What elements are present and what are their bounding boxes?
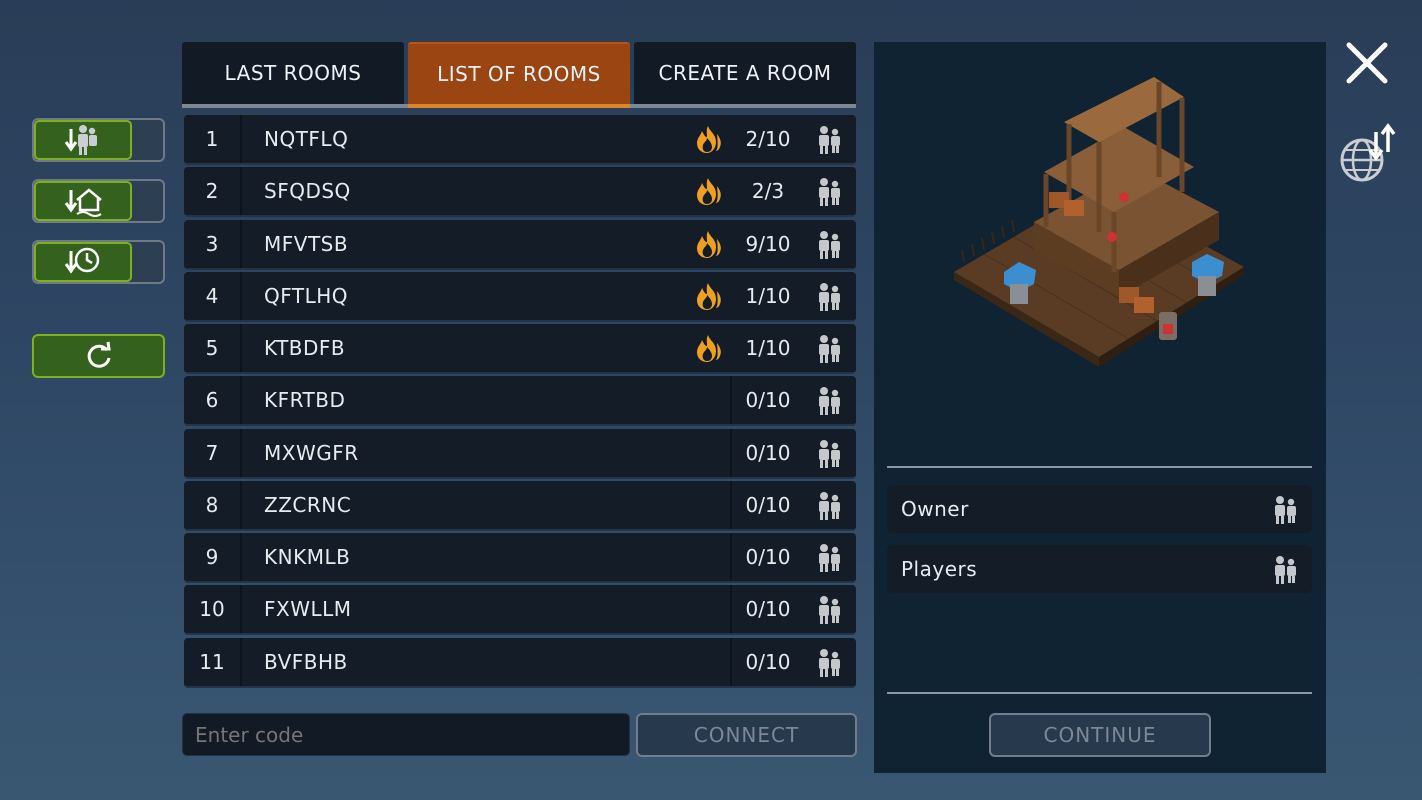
continue-button[interactable]: CONTINUE: [989, 713, 1211, 757]
room-row[interactable]: 5 KTBDFB 1/10: [184, 324, 856, 374]
room-index: 2: [184, 167, 242, 216]
row-separator: [730, 428, 732, 477]
room-row[interactable]: 10 FXWLLM 0/10: [184, 585, 856, 636]
room-name: KFRTBD: [264, 388, 346, 413]
room-player-count: 0/10: [745, 649, 791, 674]
base-preview-image: [954, 77, 1244, 367]
room-row[interactable]: 2 SFQDSQ 2/3: [184, 167, 856, 218]
room-row[interactable]: 11 BVFBHB 0/10: [184, 637, 856, 688]
panel-divider-top: [887, 466, 1312, 468]
sort-by-time-toggle[interactable]: [34, 242, 132, 282]
tab-list-of-rooms[interactable]: LIST OF ROOMS: [408, 42, 630, 104]
players-icon: [819, 387, 840, 416]
room-player-count: 0/10: [745, 492, 791, 517]
room-index: 7: [184, 428, 242, 477]
tab-last-rooms[interactable]: LAST ROOMS: [182, 42, 404, 104]
players-icon: [819, 178, 840, 207]
players-icon: [819, 439, 840, 468]
sort-by-players-toggle[interactable]: [34, 120, 132, 160]
room-row[interactable]: 4 QFTLHQ 1/10: [184, 271, 856, 322]
fire-icon: [697, 126, 721, 153]
fire-icon: [697, 178, 721, 206]
room-name: MFVTSB: [264, 231, 349, 256]
room-tabs: LAST ROOMS LIST OF ROOMS CREATE A ROOM: [182, 42, 856, 108]
row-separator: [730, 585, 732, 634]
tab-create-a-room[interactable]: CREATE A ROOM: [634, 42, 856, 104]
room-index: 8: [184, 480, 242, 529]
sort-by-house-button[interactable]: [32, 179, 165, 223]
players-label: Players: [901, 557, 978, 581]
players-icon: [819, 648, 840, 677]
room-player-count: 0/10: [745, 440, 791, 465]
room-index: 9: [184, 533, 242, 581]
room-player-count: 1/10: [745, 283, 791, 308]
sort-by-house-toggle[interactable]: [34, 181, 132, 221]
fire-icon: [697, 230, 721, 258]
room-player-count: 2/3: [751, 179, 785, 204]
room-name: KNKMLB: [264, 545, 351, 569]
room-name: FXWLLM: [264, 597, 352, 622]
refresh-icon: [87, 341, 111, 368]
players-sort-icon: [64, 125, 97, 155]
room-index: 11: [184, 637, 242, 686]
time-sort-icon: [64, 247, 100, 274]
room-row[interactable]: 7 MXWGFR 0/10: [184, 428, 856, 479]
room-index: 6: [184, 376, 242, 425]
room-name: MXWGFR: [264, 440, 359, 465]
players-row: Players: [887, 545, 1312, 593]
house-sort-icon: [64, 188, 102, 217]
room-player-count: 0/10: [745, 597, 791, 622]
refresh-button[interactable]: [32, 334, 165, 378]
players-icon: [819, 230, 840, 259]
room-index: 3: [184, 219, 242, 268]
room-index: 10: [184, 585, 242, 634]
players-icon: [819, 126, 840, 154]
row-separator: [730, 480, 732, 529]
owner-label: Owner: [901, 497, 969, 521]
room-player-count: 9/10: [745, 231, 791, 256]
room-row[interactable]: 6 KFRTBD 0/10: [184, 376, 856, 427]
fire-icon: [697, 282, 721, 310]
players-icon: [1275, 556, 1296, 584]
room-player-count: 1/10: [745, 336, 791, 360]
room-player-count: 0/10: [745, 545, 791, 569]
room-row[interactable]: 3 MFVTSB 9/10: [184, 219, 856, 270]
players-icon: [819, 544, 840, 572]
tab-underline-active: [408, 104, 630, 108]
owner-icon: [1275, 496, 1296, 524]
players-icon: [819, 491, 840, 520]
room-player-count: 0/10: [745, 388, 791, 413]
row-separator: [730, 376, 732, 425]
room-player-count: 2/10: [745, 127, 791, 151]
row-separator: [730, 533, 732, 581]
room-row[interactable]: 8 ZZCRNC 0/10: [184, 480, 856, 531]
region-globe-icon[interactable]: [1336, 122, 1400, 184]
room-row[interactable]: 9 KNKMLB 0/10: [184, 533, 856, 583]
close-icon[interactable]: [1344, 40, 1390, 86]
connect-button[interactable]: CONNECT: [636, 713, 857, 757]
room-code-input[interactable]: [182, 713, 630, 756]
sort-by-time-button[interactable]: [32, 240, 165, 284]
room-index: 1: [184, 115, 242, 163]
room-name: SFQDSQ: [264, 179, 351, 204]
room-list: 1 NQTFLQ 2/10 2 SFQDSQ 2/3 3 MFVTSB 9/10 4 QFTLHQ 1…: [184, 115, 856, 690]
owner-row: Owner: [887, 485, 1312, 533]
panel-divider-bottom: [887, 692, 1312, 694]
room-row[interactable]: 1 NQTFLQ 2/10: [184, 115, 856, 165]
players-icon: [819, 335, 840, 363]
players-icon: [819, 596, 840, 625]
room-index: 5: [184, 324, 242, 372]
row-separator: [730, 637, 732, 686]
sort-by-players-button[interactable]: [32, 118, 165, 162]
room-name: KTBDFB: [264, 336, 346, 360]
fire-icon: [697, 335, 721, 362]
players-icon: [819, 282, 840, 311]
room-name: BVFBHB: [264, 649, 348, 674]
room-name: QFTLHQ: [264, 283, 349, 308]
room-name: NQTFLQ: [264, 127, 349, 151]
room-name: ZZCRNC: [264, 492, 352, 517]
room-index: 4: [184, 271, 242, 320]
room-details-panel: Owner Players CONTINUE: [874, 42, 1326, 773]
